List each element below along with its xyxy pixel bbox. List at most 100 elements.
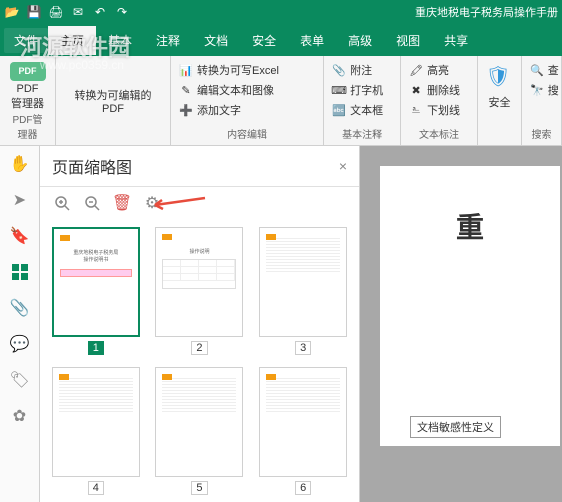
typewriter-button[interactable]: ⌨打字机 xyxy=(332,80,392,100)
tab-document[interactable]: 文档 xyxy=(192,26,240,55)
window-title: 重庆地税电子税务局操作手册 xyxy=(415,4,558,20)
binoculars-icon: 🔭 xyxy=(530,83,544,97)
ribbon-group-label-pdf: PDF管理器 xyxy=(8,111,47,141)
ribbon-group-label-annot: 基本注释 xyxy=(332,126,392,141)
doc-preview-char: 重 xyxy=(392,206,548,246)
ribbon-group-label-content: 内容编辑 xyxy=(179,126,315,141)
panel-title: 页面缩略图 xyxy=(52,154,339,178)
thumbnail-number: 3 xyxy=(295,341,311,355)
ribbon-group-text-mark: 🖍高亮 ✖删除线 ⎁下划线 文本标注 xyxy=(401,56,478,145)
search-icon: 🔍 xyxy=(530,63,544,77)
convert-excel-button[interactable]: 📊转换为可写Excel xyxy=(179,60,315,80)
tab-advanced[interactable]: 高级 xyxy=(336,26,384,55)
find-button[interactable]: 🔍查 xyxy=(530,60,553,80)
thumbnail-page-6[interactable] xyxy=(259,367,347,477)
convert-editable-button[interactable]: 转换为可编辑的PDF xyxy=(64,87,162,115)
panel-toolbar: 🗑 ⚙ xyxy=(40,187,359,219)
main-area: ✋ ➤ 🔖 📎 💬 🏷 ✿ 页面缩略图 × 🗑 ⚙ 重庆地税电子税务局操作说明书 xyxy=(0,146,562,502)
thumbnail-number: 2 xyxy=(191,341,207,355)
thumbnail-number: 5 xyxy=(191,481,207,495)
excel-icon: 📊 xyxy=(179,63,193,77)
textbox-icon: 🔤 xyxy=(332,103,346,117)
ribbon-group-security: 🛡 安全 xyxy=(478,56,522,145)
edit-text-button[interactable]: ✎编辑文本和图像 xyxy=(179,80,315,100)
tab-view[interactable]: 视图 xyxy=(384,26,432,55)
thumbnail-item[interactable]: 操作说明 2 xyxy=(152,227,248,355)
delete-icon[interactable]: 🗑 xyxy=(112,193,132,213)
thumbnails-grid: 重庆地税电子税务局操作说明书 1 操作说明 2 3 xyxy=(40,219,359,502)
tab-form[interactable]: 表单 xyxy=(288,26,336,55)
thumbnail-item[interactable]: 5 xyxy=(152,367,248,495)
attach-button[interactable]: 📎附注 xyxy=(332,60,392,80)
left-toolbar: ✋ ➤ 🔖 📎 💬 🏷 ✿ xyxy=(0,146,40,502)
comment-panel-icon[interactable]: 💬 xyxy=(6,330,34,358)
tab-comment[interactable]: 注释 xyxy=(144,26,192,55)
pdf-manager-icon[interactable]: PDF xyxy=(10,62,46,81)
qat-open-icon[interactable]: 📂 xyxy=(4,4,20,20)
tab-home[interactable]: 主页 xyxy=(48,26,96,55)
search-button[interactable]: 🔭搜 xyxy=(530,80,553,100)
underline-button[interactable]: ⎁下划线 xyxy=(409,100,469,120)
bookmark-panel-icon[interactable]: 🔖 xyxy=(6,222,34,250)
thumbnail-item[interactable]: 6 xyxy=(255,367,351,495)
highlight-button[interactable]: 🖍高亮 xyxy=(409,60,469,80)
ribbon-group-convert: 转换为可编辑的PDF xyxy=(56,56,171,145)
stamp-panel-icon[interactable]: 🏷 xyxy=(6,366,34,394)
qat-undo-icon[interactable]: ↶ xyxy=(92,4,108,20)
ribbon-group-content-edit: 📊转换为可写Excel ✎编辑文本和图像 ➕添加文字 内容编辑 xyxy=(171,56,324,145)
thumbnail-number: 1 xyxy=(88,341,104,355)
thumbnail-page-5[interactable] xyxy=(155,367,243,477)
add-text-icon: ➕ xyxy=(179,103,193,117)
thumbnail-item[interactable]: 4 xyxy=(48,367,144,495)
attachment-panel-icon[interactable]: 📎 xyxy=(6,294,34,322)
qat-save-icon[interactable]: 💾 xyxy=(26,4,42,20)
strikeout-button[interactable]: ✖删除线 xyxy=(409,80,469,100)
thumbnail-panel-icon[interactable] xyxy=(6,258,34,286)
highlight-icon: 🖍 xyxy=(409,63,423,77)
attach-icon: 📎 xyxy=(332,63,346,77)
hand-tool-icon[interactable]: ✋ xyxy=(6,150,34,178)
security-label: 安全 xyxy=(489,94,511,110)
document-page: 重 文档敏感性定义 xyxy=(380,166,560,446)
thumbnail-number: 6 xyxy=(295,481,311,495)
thumbnail-page-1[interactable]: 重庆地税电子税务局操作说明书 xyxy=(52,227,140,337)
pdf-manager-label2: 管理器 xyxy=(11,98,44,111)
panel-close-button[interactable]: × xyxy=(339,158,347,174)
typewriter-icon: ⌨ xyxy=(332,83,346,97)
settings-icon[interactable]: ⚙ xyxy=(142,193,162,213)
ribbon-group-pdf-manager: PDF PDF 管理器 PDF管理器 xyxy=(0,56,56,145)
thumbnail-page-4[interactable] xyxy=(52,367,140,477)
menubar: 文件 主页 基本 注释 文档 安全 表单 高级 视图 共享 xyxy=(0,24,562,56)
edit-icon: ✎ xyxy=(179,83,193,97)
file-menu[interactable]: 文件 xyxy=(4,28,48,53)
thumbnail-panel: 页面缩略图 × 🗑 ⚙ 重庆地税电子税务局操作说明书 1 操作 xyxy=(40,146,360,502)
add-text-button[interactable]: ➕添加文字 xyxy=(179,100,315,120)
qat-mail-icon[interactable]: ✉ xyxy=(70,4,86,20)
ribbon-group-basic-annot: 📎附注 ⌨打字机 🔤文本框 基本注释 xyxy=(324,56,401,145)
zoom-in-icon[interactable] xyxy=(52,193,72,213)
ribbon-group-label-search: 搜索 xyxy=(530,126,553,141)
tab-share[interactable]: 共享 xyxy=(432,26,480,55)
thumbnail-page-3[interactable] xyxy=(259,227,347,337)
pdf-manager-label1: PDF xyxy=(17,83,39,96)
textbox-button[interactable]: 🔤文本框 xyxy=(332,100,392,120)
select-tool-icon[interactable]: ➤ xyxy=(6,186,34,214)
qat-print-icon[interactable]: 🖨 xyxy=(48,4,64,20)
underline-icon: ⎁ xyxy=(409,103,423,117)
ribbon-group-search: 🔍查 🔭搜 搜索 xyxy=(522,56,562,145)
tab-security[interactable]: 安全 xyxy=(240,26,288,55)
thumbnail-item[interactable]: 重庆地税电子税务局操作说明书 1 xyxy=(48,227,144,355)
thumbnail-page-2[interactable]: 操作说明 xyxy=(155,227,243,337)
qat-redo-icon[interactable]: ↷ xyxy=(114,4,130,20)
thumbnail-item[interactable]: 3 xyxy=(255,227,351,355)
doc-sensitive-label: 文档敏感性定义 xyxy=(410,416,501,438)
zoom-out-icon[interactable] xyxy=(82,193,102,213)
signature-panel-icon[interactable]: ✿ xyxy=(6,402,34,430)
titlebar: 📂 💾 🖨 ✉ ↶ ↷ 重庆地税电子税务局操作手册 xyxy=(0,0,562,24)
security-icon[interactable]: 🛡 xyxy=(486,64,514,92)
tab-basic[interactable]: 基本 xyxy=(96,26,144,55)
ribbon-group-label-textmark: 文本标注 xyxy=(409,126,469,141)
strikeout-icon: ✖ xyxy=(409,83,423,97)
thumbnail-number: 4 xyxy=(88,481,104,495)
document-view[interactable]: 重 文档敏感性定义 xyxy=(360,146,562,502)
